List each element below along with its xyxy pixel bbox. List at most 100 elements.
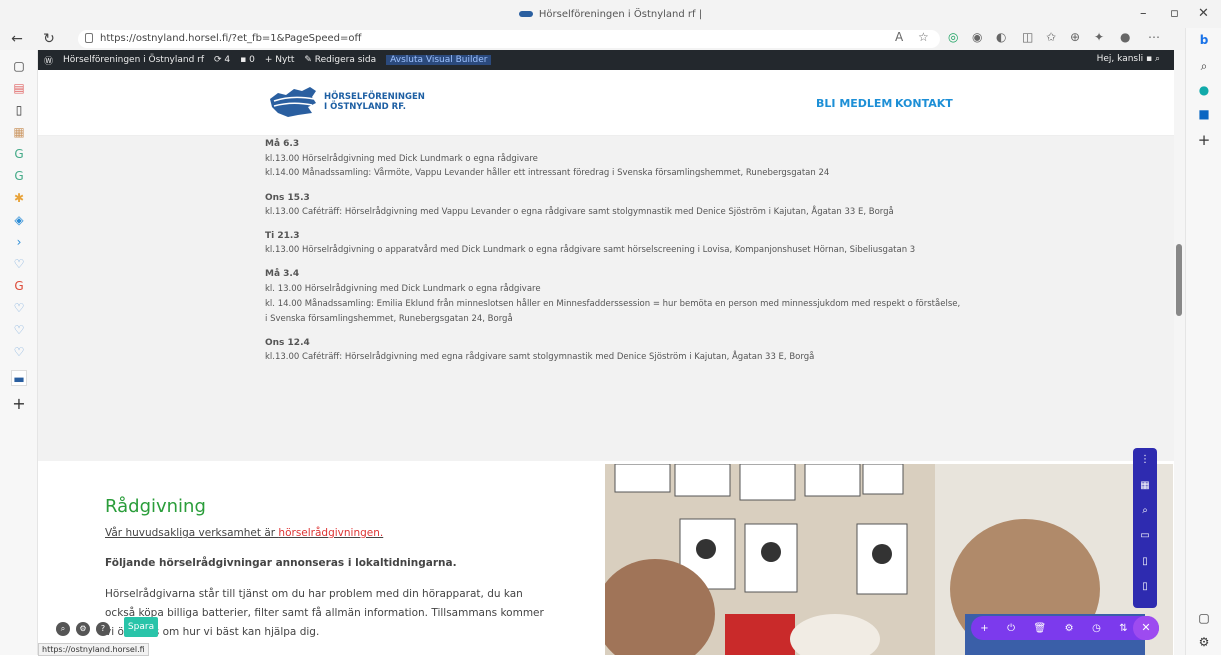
refresh-icon[interactable]: ↻	[38, 31, 60, 47]
wp-updates-count: 4	[224, 55, 231, 65]
lock-icon	[85, 33, 93, 43]
outlook-icon[interactable]: ■	[1196, 106, 1212, 122]
bing-icon[interactable]: b	[1196, 32, 1212, 48]
close-window-icon[interactable]: ✕	[1198, 6, 1209, 21]
builder-phone-icon[interactable]: ▯	[1138, 581, 1152, 595]
portability-icon[interactable]: ⇅	[1119, 623, 1127, 634]
more-menu-icon[interactable]: ⋯	[1148, 30, 1160, 44]
scrollbar-thumb[interactable]	[1176, 244, 1182, 316]
tab-icon-4[interactable]: ◈	[11, 212, 27, 228]
wp-greeting-text: Hej, kansli	[1096, 54, 1144, 64]
builder-zoom-icon[interactable]: ⌕	[1138, 505, 1152, 519]
wp-edit[interactable]: ✎ Redigera sida	[304, 55, 376, 65]
favorites-icon[interactable]: ✩	[1046, 30, 1056, 44]
extension-icon-2[interactable]: ◉	[972, 30, 982, 44]
event-date: Må 6.3	[265, 139, 300, 149]
builder-close-icon[interactable]: ✕	[1133, 616, 1159, 640]
tab-icon-3[interactable]: ✱	[11, 190, 27, 206]
maximize-icon[interactable]: ▫	[1170, 6, 1179, 21]
minimize-icon[interactable]: –	[1140, 6, 1147, 21]
page-scrollbar[interactable]	[1174, 50, 1185, 655]
url-bar[interactable]: https://ostnyland.horsel.fi/?et_fb=1&Pag…	[78, 30, 940, 48]
wp-new-label: Nytt	[275, 55, 295, 65]
builder-help-icon[interactable]: ?	[96, 622, 110, 636]
power-icon[interactable]: ⏻	[1007, 623, 1015, 634]
logo-icon[interactable]	[268, 85, 318, 119]
builder-desktop-icon[interactable]: ▭	[1138, 530, 1152, 544]
site-favicon-icon	[518, 11, 533, 17]
event-line: kl.14.00 Månadssamling: Vårmöte, Vappu L…	[265, 168, 830, 178]
tab-actions-icon[interactable]: ▢	[11, 58, 27, 74]
profile-avatar[interactable]: ●	[1120, 30, 1130, 44]
wp-site-name[interactable]: Hörselföreningen i Östnyland rf	[63, 55, 204, 65]
wp-edit-label: Redigera sida	[314, 55, 377, 65]
logo-line-1: HÖRSELFÖRENINGEN	[324, 92, 425, 102]
tab-heart-icon-3[interactable]: ♡	[11, 322, 27, 338]
builder-menu-icon[interactable]: ⋮	[1138, 454, 1152, 468]
add-sidebar-app-icon[interactable]: +	[1196, 132, 1212, 148]
wp-admin-bar: Ⓦ Hörselföreningen i Östnyland rf ⟳ 4 ▪ …	[38, 50, 1174, 70]
events-section: Må 6.3 kl.13.00 Hörselrådgivning med Dic…	[38, 136, 1174, 461]
settings-icon[interactable]: ⚙	[1196, 634, 1212, 650]
logo-text[interactable]: HÖRSELFÖRENINGEN I ÖSTNYLAND RF.	[324, 92, 444, 112]
tab-icon[interactable]: ▦	[11, 124, 27, 140]
wp-user-greeting[interactable]: Hej, kansli ▪ ⌕	[1097, 54, 1160, 64]
section-title: Rådgivning	[105, 496, 206, 517]
event-line: kl.13.00 Hörselrådgivning o apparatvård …	[265, 245, 916, 255]
browser-title-bar: Hörselföreningen i Östnyland rf | – ▫ ✕	[0, 0, 1221, 28]
builder-bottom-toolbar: + ⏻ 🗑 ⚙ ◷ ⇅	[971, 616, 1159, 640]
tab-pdf-icon[interactable]: ▤	[11, 80, 27, 96]
search-icon[interactable]: ⌕	[1196, 58, 1212, 74]
event-date: Ons 12.4	[265, 338, 310, 348]
tab-google-icon[interactable]: G	[11, 146, 27, 162]
wp-comments[interactable]: ▪ 0	[240, 55, 255, 65]
extension-icon[interactable]: ◎	[948, 30, 958, 44]
extensions-icon[interactable]: ✦	[1094, 30, 1104, 44]
horselradgivning-link[interactable]: hörselrådgivningen.	[278, 527, 383, 539]
wordpress-logo-icon[interactable]: Ⓦ	[44, 54, 53, 67]
wp-new[interactable]: + Nytt	[265, 55, 295, 65]
tab-icon-5[interactable]: ›	[11, 234, 27, 250]
event-line: kl.13.00 Caféträff: Hörselrådgivning med…	[265, 352, 815, 362]
site-header: HÖRSELFÖRENINGEN I ÖSTNYLAND RF. BLI MED…	[38, 70, 1174, 136]
builder-settings-circle-icon[interactable]: ⚙	[76, 622, 90, 636]
add-module-icon[interactable]: +	[980, 623, 988, 634]
tab-google-icon-3[interactable]: G	[11, 278, 27, 294]
bold-paragraph: Följande hörselrådgivningar annonseras i…	[105, 557, 457, 569]
tab-google-icon-2[interactable]: G	[11, 168, 27, 184]
settings-gear-icon[interactable]: ⚙	[1065, 623, 1074, 634]
status-bar-url: https://ostnyland.horsel.fi	[38, 643, 149, 656]
back-icon[interactable]: ←	[6, 31, 28, 47]
exit-visual-builder-button[interactable]: Avsluta Visual Builder	[386, 55, 492, 65]
builder-zoom-circle-icon[interactable]: ⌕	[56, 622, 70, 636]
extension-icon-3[interactable]: ◐	[996, 30, 1006, 44]
wp-comments-count: 0	[249, 55, 255, 65]
tab-page-icon[interactable]: ▯	[11, 102, 27, 118]
vertical-tabs-sidebar: ▢ ▤ ▯ ▦ G G ✱ ◈ › ♡ G ♡ ♡ ♡ ▬ +	[0, 50, 38, 655]
hide-sidebar-icon[interactable]: ▢	[1196, 610, 1212, 626]
wp-updates[interactable]: ⟳ 4	[214, 55, 230, 65]
history-icon[interactable]: ◷	[1092, 623, 1101, 634]
favorite-star-icon[interactable]: ☆	[918, 30, 929, 44]
active-tab-icon[interactable]: ▬	[11, 370, 27, 386]
shopping-icon[interactable]: ●	[1196, 82, 1212, 98]
split-screen-icon[interactable]: ◫	[1022, 30, 1033, 44]
builder-layout-icon[interactable]: ▦	[1138, 480, 1152, 494]
event-date: Må 3.4	[265, 269, 300, 279]
url-text: https://ostnyland.horsel.fi/?et_fb=1&Pag…	[100, 33, 362, 44]
tab-heart-icon-4[interactable]: ♡	[11, 344, 27, 360]
tab-title: Hörselföreningen i Östnyland rf |	[538, 8, 703, 20]
nav-kontakt[interactable]: KONTAKT	[895, 97, 953, 110]
read-aloud-icon[interactable]: A	[895, 30, 903, 44]
collections-icon[interactable]: ⊕	[1070, 30, 1080, 44]
intro-text: Vår huvudsakliga verksamhet är hörselråd…	[105, 527, 383, 539]
trash-icon[interactable]: 🗑	[1033, 623, 1046, 634]
new-tab-icon[interactable]: +	[11, 396, 27, 412]
save-button[interactable]: Spara	[124, 617, 158, 637]
nav-bli-medlem[interactable]: BLI MEDLEM	[816, 97, 892, 110]
builder-tablet-icon[interactable]: ▯	[1138, 556, 1152, 570]
paragraph-line: Hörselrådgivarna står till tjänst om du …	[105, 588, 523, 600]
event-line: i Svenska församlingshemmet, Runebergsga…	[265, 314, 513, 324]
tab-heart-icon-2[interactable]: ♡	[11, 300, 27, 316]
tab-heart-icon[interactable]: ♡	[11, 256, 27, 272]
